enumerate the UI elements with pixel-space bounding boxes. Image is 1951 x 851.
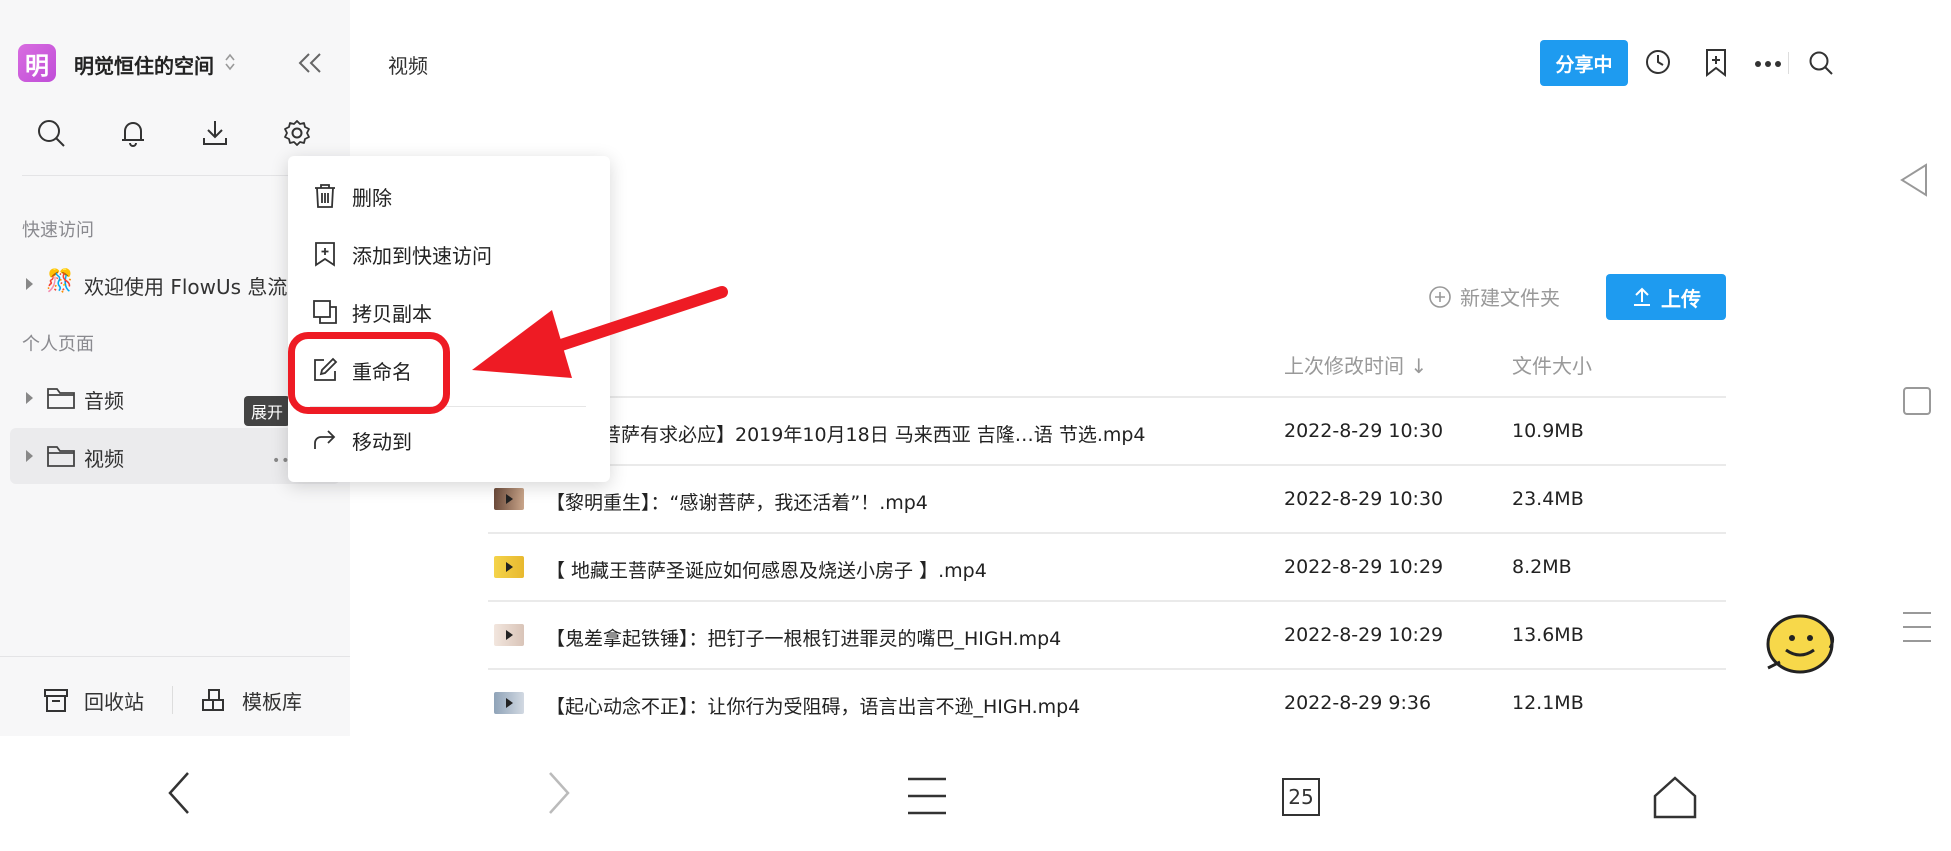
settings-gear-icon[interactable] — [282, 118, 312, 148]
file-size: 8.2MB — [1512, 556, 1572, 578]
workspace-avatar[interactable]: 明 — [18, 44, 56, 82]
square-icon[interactable] — [1902, 386, 1932, 416]
column-header-modified[interactable]: 上次修改时间 ↓ — [1284, 350, 1427, 379]
templates-icon — [200, 686, 228, 714]
more-icon[interactable] — [1754, 60, 1782, 68]
workspace-name[interactable]: 明觉恒住的空间 — [74, 50, 214, 79]
bookmark-plus-icon — [312, 241, 338, 267]
back-triangle-icon[interactable] — [1898, 162, 1930, 198]
red-arrow-annotation — [460, 280, 730, 400]
file-name: 【 地藏王菩萨圣诞应如何感恩及烧送小房子 】.mp4 — [546, 560, 987, 582]
menu-item-duplicate[interactable]: 拷贝副本 — [312, 292, 432, 332]
rename-highlight-annotation — [288, 332, 450, 414]
personal-pages-title: 个人页面 — [22, 334, 94, 355]
file-name: 【起心动念不正】：让你行为受阻碍，语言出言不逊_HIGH.mp4 — [546, 696, 1081, 718]
menu-item-delete[interactable]: 删除 — [312, 176, 392, 216]
menu-item-label: 拷贝副本 — [352, 301, 432, 326]
sidebar-item-label: 音频 — [84, 389, 124, 413]
folder-icon — [46, 444, 76, 468]
bookmark-plus-icon[interactable] — [1704, 48, 1728, 78]
file-name: 【黎明重生】：“感谢菩萨，我还活着”！.mp4 — [546, 492, 928, 514]
nav-back-icon[interactable] — [166, 770, 192, 816]
history-clock-icon[interactable] — [1644, 48, 1672, 76]
menu-item-label: 移动到 — [352, 429, 412, 454]
file-size: 13.6MB — [1512, 624, 1584, 646]
nav-home-icon[interactable] — [1652, 774, 1698, 820]
video-thumbnail — [494, 488, 524, 510]
download-icon[interactable] — [200, 118, 230, 148]
confetti-icon: 🎊 — [46, 269, 74, 294]
table-row[interactable]: 【黎明重生】：“感谢菩萨，我还活着”！.mp4 2022-8-29 10:30 … — [488, 466, 1726, 534]
search-icon[interactable] — [1808, 50, 1834, 76]
templates-label: 模板库 — [242, 689, 302, 714]
video-thumbnail — [494, 556, 524, 578]
quick-access-title: 快速访问 — [22, 220, 94, 241]
plus-circle-icon — [1428, 285, 1452, 309]
table-row[interactable]: 【 地藏王菩萨圣诞应如何感恩及烧送小房子 】.mp4 2022-8-29 10:… — [488, 534, 1726, 602]
table-row[interactable]: …音菩萨有求必应】2019年10月18日 马来西亚 吉隆…语 节选.mp4 20… — [488, 398, 1726, 466]
upload-icon — [1631, 286, 1653, 308]
video-thumbnail — [494, 624, 524, 646]
new-folder-label: 新建文件夹 — [1460, 286, 1560, 310]
sidebar-item-label: 视频 — [84, 447, 124, 471]
templates-button[interactable]: 模板库 — [200, 680, 302, 720]
file-modified: 2022-8-29 10:29 — [1284, 624, 1444, 646]
upload-button[interactable]: 上传 — [1606, 274, 1726, 320]
file-name: 【鬼差拿起铁锤】：把钉子一根根钉进罪灵的嘴巴_HIGH.mp4 — [546, 628, 1062, 650]
share-button[interactable]: 分享中 — [1540, 40, 1628, 86]
expand-arrow-icon[interactable] — [26, 278, 33, 290]
expand-arrow-icon[interactable] — [26, 450, 33, 462]
column-header-size[interactable]: 文件大小 — [1512, 350, 1592, 379]
table-row[interactable]: 【鬼差拿起铁锤】：把钉子一根根钉进罪灵的嘴巴_HIGH.mp4 2022-8-2… — [488, 602, 1726, 670]
menu-item-move-to[interactable]: 移动到 — [312, 420, 412, 460]
upload-label: 上传 — [1661, 286, 1701, 311]
folder-icon — [46, 386, 76, 410]
bottom-separator — [172, 686, 173, 714]
bell-icon[interactable] — [118, 118, 148, 148]
menu-item-label: 添加到快速访问 — [352, 243, 492, 268]
file-size: 23.4MB — [1512, 488, 1584, 510]
expand-tooltip: 展开 — [244, 396, 290, 426]
forward-arrow-icon — [312, 427, 338, 453]
collapse-sidebar-icon[interactable] — [296, 50, 324, 76]
file-size: 12.1MB — [1512, 692, 1584, 714]
sidebar-item-label: 欢迎使用 FlowUs 息流 — [84, 275, 288, 299]
sidebar-bottom-divider — [0, 656, 350, 657]
file-name: …音菩萨有求必应】2019年10月18日 马来西亚 吉隆…语 节选.mp4 — [564, 424, 1146, 446]
nav-menu-icon[interactable] — [906, 776, 948, 816]
workspace-switch-icon[interactable] — [224, 52, 236, 72]
search-icon[interactable] — [36, 118, 66, 148]
menu-item-add-quick-access[interactable]: 添加到快速访问 — [312, 234, 492, 274]
new-folder-button[interactable]: 新建文件夹 — [1428, 282, 1560, 311]
header-separator — [1788, 52, 1789, 74]
menu-item-label: 删除 — [352, 185, 392, 210]
file-modified: 2022-8-29 10:30 — [1284, 420, 1444, 442]
video-thumbnail — [494, 692, 524, 714]
smiley-mascot-icon[interactable] — [1762, 608, 1838, 680]
breadcrumb[interactable]: 视频 — [388, 50, 428, 79]
expand-arrow-icon[interactable] — [26, 392, 33, 404]
trash-label: 回收站 — [84, 689, 144, 714]
archive-box-icon — [42, 686, 70, 714]
file-modified: 2022-8-29 10:30 — [1284, 488, 1444, 510]
table-row[interactable]: 【起心动念不正】：让你行为受阻碍，语言出言不逊_HIGH.mp4 2022-8-… — [488, 670, 1726, 738]
trash-icon — [312, 183, 338, 209]
trash-button[interactable]: 回收站 — [42, 680, 144, 720]
menu-lines-icon[interactable] — [1902, 610, 1932, 644]
file-modified: 2022-8-29 10:29 — [1284, 556, 1444, 578]
nav-calendar-icon[interactable]: 25 — [1282, 778, 1320, 816]
calendar-day: 25 — [1282, 778, 1320, 816]
file-modified: 2022-8-29 9:36 — [1284, 692, 1432, 714]
copy-icon — [312, 299, 338, 325]
nav-forward-icon[interactable] — [546, 770, 572, 816]
file-size: 10.9MB — [1512, 420, 1584, 442]
